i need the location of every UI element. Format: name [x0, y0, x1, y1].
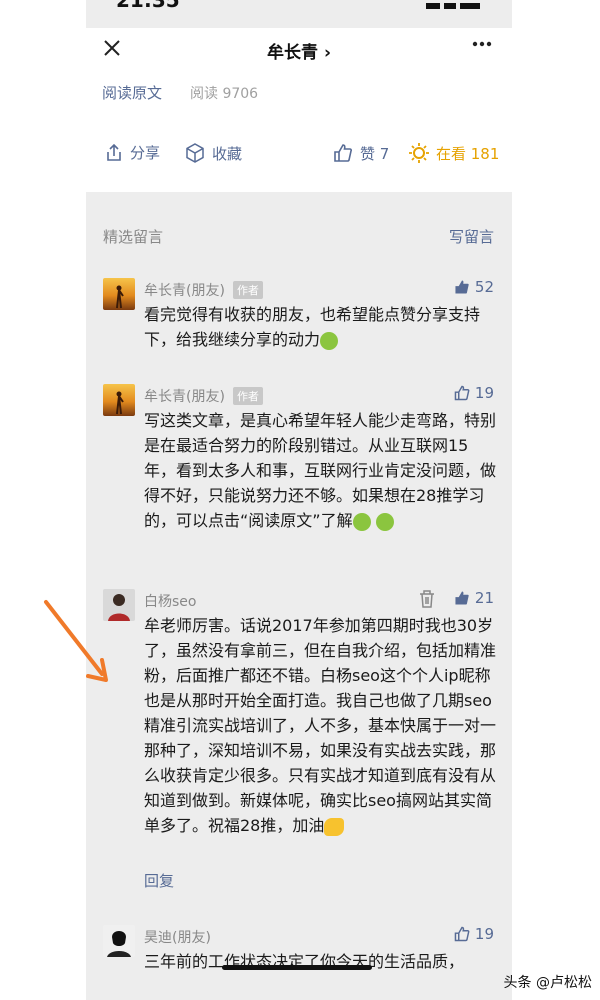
like-count: 21	[474, 589, 494, 607]
home-indicator[interactable]	[222, 965, 372, 970]
muscle-emoji-icon	[324, 817, 345, 836]
comment-like-button[interactable]: 19	[453, 384, 494, 402]
avatar[interactable]	[103, 925, 135, 957]
comment-text: 看完觉得有收获的朋友，也希望能点赞分享支持下，给我继续分享的动力	[144, 305, 481, 350]
sparkle-icon	[409, 143, 429, 163]
navbar: 牟长青 ›	[86, 28, 512, 72]
emoji-icon	[375, 512, 394, 531]
comment-item: 昊迪(朋友) 19 三年前的工作状态决定了你今天的生活品质，	[86, 925, 512, 1000]
emoji-icon	[320, 331, 339, 350]
thumb-up-icon	[454, 385, 470, 401]
comment-like-button[interactable]: 21	[453, 589, 494, 607]
share-icon	[107, 143, 121, 161]
thumb-up-filled-icon	[455, 280, 469, 294]
zaikan-label: 在看 181	[436, 144, 500, 163]
favorite-button[interactable]: 收藏	[184, 142, 242, 164]
trash-icon[interactable]	[418, 589, 436, 613]
zaikan-button[interactable]: 在看 181	[408, 142, 499, 164]
comment-author: 牟长青(朋友) 作者	[144, 386, 263, 406]
share-label: 分享	[130, 144, 161, 162]
comment-like-button[interactable]: 52	[453, 278, 494, 296]
write-comment-button[interactable]: 写留言	[449, 226, 494, 247]
article-actions: 分享 收藏 赞 7 在看 181	[86, 112, 512, 192]
comments-header: 精选留言 写留言	[86, 192, 512, 252]
comment-author: 白杨seo	[144, 591, 196, 611]
comment-author: 昊迪(朋友)	[144, 927, 211, 947]
read-count: 阅读 9706	[190, 86, 259, 102]
emoji-icon	[352, 512, 371, 531]
favorite-label: 收藏	[212, 144, 243, 163]
like-button[interactable]: 赞 7	[332, 142, 389, 164]
comment-item: 白杨seo 21 牟老师厉害。话说2017年参加第四期时我也30岁了，虽然没有拿…	[86, 589, 512, 899]
cube-icon	[186, 143, 204, 163]
thumb-up-icon	[454, 926, 470, 942]
read-row: 阅读原文 阅读 9706	[86, 72, 512, 112]
nav-title[interactable]: 牟长青 ›	[86, 38, 512, 63]
arrow-annotation-icon	[44, 600, 108, 682]
author-name: 牟长青(朋友)	[144, 389, 225, 405]
author-name: 白杨seo	[144, 594, 197, 610]
phone-screen: 21:35 牟长青 › 阅读原文 阅读 9706 分享 收藏 赞 7 在看 18…	[86, 0, 512, 1000]
thumb-up-filled-icon	[455, 591, 469, 605]
status-icons	[422, 0, 492, 9]
status-time: 21:35	[116, 0, 180, 12]
comment-text: 牟老师厉害。话说2017年参加第四期时我也30岁了，虽然没有拿前三，但在自我介绍…	[144, 616, 497, 836]
comment-author: 牟长青(朋友) 作者	[144, 280, 263, 300]
like-count: 19	[474, 925, 494, 943]
comment-item: 牟长青(朋友) 作者 19 写这类文章，是真心希望年轻人能少走弯路，特别是在最适…	[86, 384, 512, 564]
like-count: 19	[474, 384, 494, 402]
more-icon[interactable]	[470, 32, 494, 62]
avatar[interactable]	[103, 384, 135, 416]
read-original-link[interactable]: 阅读原文	[102, 82, 162, 103]
like-label: 赞 7	[360, 144, 390, 163]
author-name: 昊迪(朋友)	[144, 930, 211, 946]
like-count: 52	[474, 278, 494, 296]
reply-button[interactable]: 回复	[144, 870, 174, 891]
share-button[interactable]: 分享	[104, 142, 160, 163]
thumb-up-icon	[334, 144, 352, 162]
author-name: 牟长青(朋友)	[144, 283, 225, 299]
comment-text: 三年前的工作状态决定了你今天的生活品质，	[144, 952, 465, 971]
comments-title: 精选留言	[103, 228, 164, 246]
comment-item: 牟长青(朋友) 作者 52 看完觉得有收获的朋友，也希望能点赞分享支持下，给我继…	[86, 278, 512, 358]
comment-text: 写这类文章，是真心希望年轻人能少走弯路，特别是在最适合努力的阶段别错过。从业互联…	[144, 411, 497, 531]
author-badge: 作者	[232, 281, 263, 299]
watermark: 头条 @卢松松	[503, 975, 592, 991]
avatar[interactable]	[103, 278, 135, 310]
author-badge: 作者	[232, 387, 263, 405]
comment-like-button[interactable]: 19	[453, 925, 494, 943]
